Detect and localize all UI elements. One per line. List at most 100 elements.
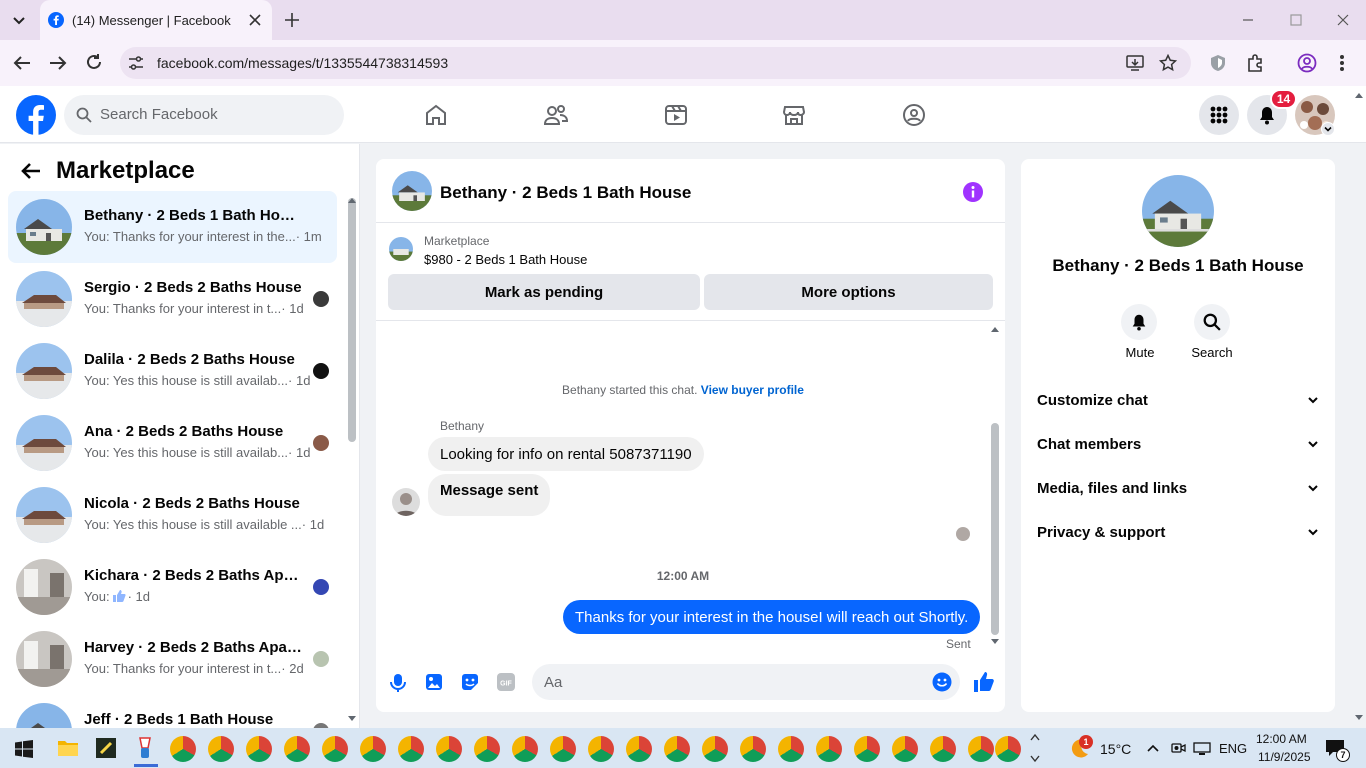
tab-close-icon[interactable]	[248, 13, 262, 27]
sticker-icon[interactable]	[460, 672, 480, 692]
incoming-message[interactable]: Looking for info on rental 5087371190	[428, 437, 704, 471]
facebook-logo-icon[interactable]	[16, 95, 56, 135]
tray-chevron-up-icon[interactable]	[1146, 742, 1160, 754]
conversation-item[interactable]: Harvey · 2 Beds 2 Baths Apart... You: Th…	[8, 623, 337, 695]
microphone-icon[interactable]	[390, 673, 406, 693]
install-app-icon[interactable]	[1126, 54, 1144, 72]
chat-members-row[interactable]: Chat members	[1037, 422, 1319, 466]
chrome-app-icon[interactable]	[664, 736, 690, 762]
network-icon[interactable]	[1193, 741, 1211, 755]
conversation-item[interactable]: Nicola · 2 Beds 2 Baths House You: Yes t…	[8, 479, 337, 551]
browser-menu-icon[interactable]	[1338, 53, 1346, 73]
sticky-notes-icon[interactable]	[95, 737, 117, 759]
photo-icon[interactable]	[425, 673, 443, 691]
chrome-app-icon[interactable]	[740, 736, 766, 762]
tab-search-icon[interactable]	[10, 11, 28, 29]
scroll-down-icon[interactable]	[347, 715, 357, 723]
chrome-app-icon[interactable]	[550, 736, 576, 762]
privacy-support-row[interactable]: Privacy & support	[1037, 510, 1319, 554]
windows-start-icon[interactable]	[15, 740, 33, 758]
back-arrow-icon[interactable]	[20, 161, 42, 181]
menu-button[interactable]	[1199, 95, 1239, 135]
meet-now-icon[interactable]	[1170, 740, 1186, 756]
conversation-item[interactable]: Jeff · 2 Beds 1 Bath House	[8, 695, 337, 728]
gif-icon[interactable]: GIF	[497, 673, 515, 691]
chrome-app-icon[interactable]	[398, 736, 424, 762]
customize-chat-row[interactable]: Customize chat	[1037, 378, 1319, 422]
sender-avatar[interactable]	[392, 488, 420, 516]
chrome-app-icon[interactable]	[474, 736, 500, 762]
conversation-item[interactable]: Dalila · 2 Beds 2 Baths House You: Yes t…	[8, 335, 337, 407]
chrome-app-icon[interactable]	[208, 736, 234, 762]
conversation-item[interactable]: Ana · 2 Beds 2 Baths House You: Yes this…	[8, 407, 337, 479]
listing-thumb-small[interactable]	[389, 237, 413, 261]
chrome-app-icon[interactable]	[284, 736, 310, 762]
shield-extension-icon[interactable]	[1209, 54, 1227, 72]
chat-avatar[interactable]	[392, 171, 432, 211]
nav-watch[interactable]	[620, 96, 732, 134]
chat-scrollbar[interactable]	[991, 423, 999, 635]
back-icon[interactable]	[12, 54, 32, 72]
conversation-item[interactable]: Bethany · 2 Beds 1 Bath House You: Thank…	[8, 191, 337, 263]
facebook-search[interactable]: Search Facebook	[64, 95, 344, 135]
chrome-app-icon[interactable]	[626, 736, 652, 762]
details-avatar[interactable]	[1142, 175, 1214, 247]
browser-tab[interactable]: (14) Messenger | Facebook	[40, 0, 272, 40]
info-icon[interactable]	[962, 181, 984, 203]
site-info-icon[interactable]	[127, 55, 145, 71]
profile-icon[interactable]	[1297, 53, 1317, 73]
nav-groups[interactable]	[858, 96, 970, 134]
restore-icon[interactable]	[1288, 12, 1304, 28]
nav-home[interactable]	[380, 96, 492, 134]
taskbar-scroll-icon[interactable]	[1030, 732, 1040, 764]
bookmark-star-icon[interactable]	[1159, 54, 1177, 72]
scroll-down-icon[interactable]	[990, 638, 1000, 646]
temperature[interactable]: 15°C	[1100, 741, 1131, 757]
chrome-app-icon[interactable]	[170, 736, 196, 762]
chrome-app-icon[interactable]	[702, 736, 728, 762]
chrome-app-icon[interactable]	[322, 736, 348, 762]
page-scroll-down-icon[interactable]	[1354, 714, 1364, 722]
chrome-app-icon[interactable]	[854, 736, 880, 762]
minimize-icon[interactable]	[1240, 12, 1256, 28]
page-scroll-up-icon[interactable]	[1354, 91, 1364, 99]
chrome-app-icon[interactable]	[436, 736, 462, 762]
view-buyer-profile-link[interactable]: View buyer profile	[701, 383, 804, 397]
chrome-app-icon[interactable]	[892, 736, 918, 762]
extensions-icon[interactable]	[1245, 53, 1265, 73]
scroll-up-icon[interactable]	[990, 325, 1000, 333]
nav-friends[interactable]	[500, 96, 612, 134]
input-language[interactable]: ENG	[1219, 741, 1247, 756]
file-explorer-icon[interactable]	[57, 738, 79, 758]
nav-marketplace[interactable]	[738, 96, 850, 134]
emoji-icon[interactable]	[932, 672, 952, 692]
chrome-app-icon[interactable]	[995, 736, 1021, 762]
chrome-app-icon[interactable]	[968, 736, 994, 762]
new-tab-icon[interactable]	[284, 12, 300, 28]
close-window-icon[interactable]	[1335, 12, 1351, 28]
mark-pending-button[interactable]: Mark as pending	[388, 274, 700, 310]
chrome-app-icon[interactable]	[778, 736, 804, 762]
outgoing-message[interactable]: Thanks for your interest in the houseI w…	[563, 600, 981, 634]
account-chevron-icon[interactable]	[1321, 122, 1335, 136]
chrome-app-icon[interactable]	[930, 736, 956, 762]
clock-date[interactable]: 11/9/2025	[1258, 750, 1311, 764]
sidebar-scrollbar[interactable]	[348, 198, 356, 442]
chat-title[interactable]: Bethany · 2 Beds 1 Bath House	[440, 183, 691, 203]
address-bar[interactable]: facebook.com/messages/t/1335544738314593	[120, 47, 1191, 79]
chrome-app-icon[interactable]	[360, 736, 386, 762]
more-options-button[interactable]: More options	[704, 274, 993, 310]
chrome-app-icon[interactable]	[816, 736, 842, 762]
forward-icon[interactable]	[48, 54, 68, 72]
conversation-item[interactable]: Kichara · 2 Beds 2 Baths Apart... You: · …	[8, 551, 337, 623]
message-input[interactable]: Aa	[532, 664, 960, 700]
media-files-row[interactable]: Media, files and links	[1037, 466, 1319, 510]
like-icon[interactable]	[973, 671, 995, 693]
listing-price[interactable]: $980 - 2 Beds 1 Bath House	[424, 252, 587, 267]
chrome-app-icon[interactable]	[588, 736, 614, 762]
reload-icon[interactable]	[85, 53, 103, 71]
conversation-item[interactable]: Sergio · 2 Beds 2 Baths House You: Thank…	[8, 263, 337, 335]
chrome-app-icon[interactable]	[246, 736, 272, 762]
paint-app-icon[interactable]	[134, 736, 156, 760]
incoming-message[interactable]: Message sent	[428, 474, 551, 516]
